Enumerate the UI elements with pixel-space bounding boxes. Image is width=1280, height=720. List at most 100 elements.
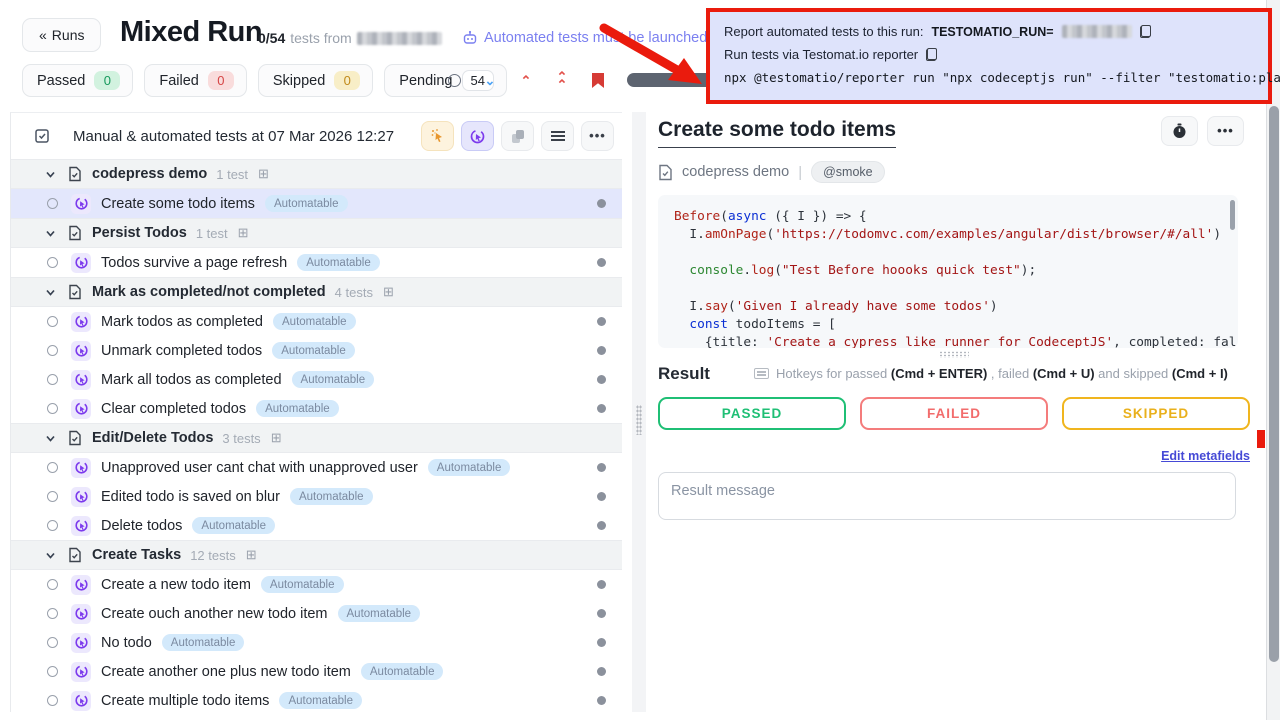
test-detail-title[interactable]: Create some todo items bbox=[658, 118, 896, 148]
status-circle[interactable] bbox=[47, 520, 58, 531]
circle-icon[interactable] bbox=[436, 74, 472, 87]
expand-icon[interactable]: ⊞ bbox=[238, 225, 249, 241]
code-resize-grip[interactable] bbox=[939, 351, 969, 358]
status-circle[interactable] bbox=[47, 345, 58, 356]
drag-grip-icon bbox=[636, 405, 642, 435]
test-row[interactable]: Create ouch another new todo item Automa… bbox=[11, 599, 622, 628]
status-circle[interactable] bbox=[47, 608, 58, 619]
status-circle[interactable] bbox=[47, 198, 58, 209]
suite-name[interactable]: codepress demo bbox=[682, 164, 789, 180]
test-row[interactable]: Create some todo items Automatable bbox=[11, 189, 622, 218]
suite-row[interactable]: Persist Todos 1 test ⊞ bbox=[11, 218, 622, 248]
detail-more-button[interactable]: ••• bbox=[1207, 116, 1244, 146]
automated-filter-button[interactable] bbox=[461, 121, 494, 151]
chevron-down-icon bbox=[45, 228, 56, 239]
automatable-badge: Automatable bbox=[361, 663, 444, 680]
chevron-up-icon[interactable]: ⌃ bbox=[508, 73, 544, 89]
test-row[interactable]: Edited todo is saved on blur Automatable bbox=[11, 482, 622, 511]
test-row[interactable]: Mark all todos as completed Automatable bbox=[11, 365, 622, 394]
chevron-down-icon[interactable]: ⌄ bbox=[472, 73, 508, 89]
test-row[interactable]: Mark todos as completed Automatable bbox=[11, 307, 622, 336]
edit-metafields-link[interactable]: Edit metafields bbox=[1161, 449, 1250, 463]
copy-icon[interactable] bbox=[926, 48, 937, 61]
magic-cursor-button[interactable] bbox=[421, 121, 454, 151]
automatable-badge: Automatable bbox=[292, 371, 375, 388]
status-circle[interactable] bbox=[47, 462, 58, 473]
automated-test-icon bbox=[74, 664, 89, 679]
robot-icon bbox=[462, 30, 478, 46]
automatable-badge: Automatable bbox=[338, 605, 421, 622]
test-row[interactable]: Create a new todo item Automatable bbox=[11, 570, 622, 599]
test-row[interactable]: Create another one plus new todo item Au… bbox=[11, 657, 622, 686]
filter-skipped[interactable]: Skipped 0 bbox=[258, 64, 373, 97]
test-row[interactable]: Clear completed todos Automatable bbox=[11, 394, 622, 423]
suite-row[interactable]: Mark as completed/not completed 4 tests … bbox=[11, 277, 622, 307]
automated-test-icon bbox=[74, 489, 89, 504]
status-circle[interactable] bbox=[47, 316, 58, 327]
status-circle[interactable] bbox=[47, 257, 58, 268]
back-to-runs-button[interactable]: « Runs bbox=[22, 18, 101, 52]
result-message-input[interactable] bbox=[658, 472, 1236, 520]
passed-button[interactable]: PASSED bbox=[658, 397, 846, 430]
suite-test-count: 1 test bbox=[216, 167, 248, 182]
automated-test-icon bbox=[74, 577, 89, 592]
code-scrollbar[interactable] bbox=[1230, 200, 1235, 230]
skipped-button[interactable]: SKIPPED bbox=[1062, 397, 1250, 430]
failed-button[interactable]: FAILED bbox=[860, 397, 1048, 430]
tag-badge[interactable]: @smoke bbox=[811, 161, 885, 183]
test-meta-row: codepress demo | @smoke bbox=[658, 161, 1250, 183]
expand-icon[interactable]: ⊞ bbox=[246, 547, 257, 563]
test-row[interactable]: No todo Automatable bbox=[11, 628, 622, 657]
automation-notice-label: Automated tests must be launched bbox=[484, 30, 707, 46]
scrollbar-thumb[interactable] bbox=[1269, 106, 1279, 662]
suite-row[interactable]: Create Tasks 12 tests ⊞ bbox=[11, 540, 622, 570]
status-circle[interactable] bbox=[47, 695, 58, 706]
test-title: Unmark completed todos bbox=[101, 343, 262, 359]
automated-test-icon bbox=[74, 635, 89, 650]
test-detail-panel: Create some todo items ••• codepress dem… bbox=[658, 110, 1250, 720]
filter-passed[interactable]: Passed 0 bbox=[22, 64, 133, 97]
status-dot bbox=[597, 346, 606, 355]
app-window: « Runs Mixed Run 0/54 tests from Automat… bbox=[0, 0, 1280, 720]
expand-icon[interactable]: ⊞ bbox=[258, 166, 269, 182]
test-row[interactable]: Create multiple todo items Automatable bbox=[11, 686, 622, 712]
test-row[interactable]: Unmark completed todos Automatable bbox=[11, 336, 622, 365]
expand-icon[interactable]: ⊞ bbox=[271, 430, 282, 446]
status-dot bbox=[597, 404, 606, 413]
timer-button[interactable] bbox=[1161, 116, 1198, 146]
status-circle[interactable] bbox=[47, 491, 58, 502]
chevron-down-icon bbox=[45, 550, 56, 561]
document-icon bbox=[68, 430, 82, 446]
test-title: Create ouch another new todo item bbox=[101, 606, 328, 622]
status-circle[interactable] bbox=[47, 637, 58, 648]
test-row[interactable]: Unapproved user cant chat with unapprove… bbox=[11, 453, 622, 482]
test-list: codepress demo 1 test ⊞ Create some todo… bbox=[11, 159, 622, 712]
status-circle[interactable] bbox=[47, 579, 58, 590]
expand-icon[interactable]: ⊞ bbox=[383, 284, 394, 300]
status-circle[interactable] bbox=[47, 374, 58, 385]
bookmark-icon[interactable] bbox=[580, 73, 616, 88]
menu-button[interactable] bbox=[541, 121, 574, 151]
more-button[interactable]: ••• bbox=[581, 121, 614, 151]
suite-test-count: 12 tests bbox=[190, 548, 236, 563]
filter-failed[interactable]: Failed 0 bbox=[144, 64, 247, 97]
result-heading: Result bbox=[658, 364, 710, 384]
test-code-block[interactable]: Before(async ({ I }) => { I.amOnPage('ht… bbox=[658, 195, 1238, 348]
test-row[interactable]: Delete todos Automatable bbox=[11, 511, 622, 540]
suite-test-count: 3 tests bbox=[222, 431, 260, 446]
suite-row[interactable]: Edit/Delete Todos 3 tests ⊞ bbox=[11, 423, 622, 453]
status-circle[interactable] bbox=[47, 403, 58, 414]
panel-resize-handle[interactable] bbox=[632, 112, 646, 712]
automation-notice-link[interactable]: Automated tests must be launched bbox=[462, 30, 707, 46]
automatable-badge: Automatable bbox=[265, 195, 348, 212]
suite-row[interactable]: codepress demo 1 test ⊞ bbox=[11, 159, 622, 189]
test-row[interactable]: Todos survive a page refresh Automatable bbox=[11, 248, 622, 277]
status-circle[interactable] bbox=[47, 666, 58, 677]
automatable-badge: Automatable bbox=[297, 254, 380, 271]
keyboard-icon bbox=[754, 368, 769, 379]
page-scrollbar[interactable] bbox=[1266, 0, 1280, 720]
double-chevron-up-icon[interactable]: ⌃⌃ bbox=[544, 73, 580, 89]
copy-list-button[interactable] bbox=[501, 121, 534, 151]
status-dot bbox=[597, 463, 606, 472]
copy-icon[interactable] bbox=[1140, 25, 1151, 38]
